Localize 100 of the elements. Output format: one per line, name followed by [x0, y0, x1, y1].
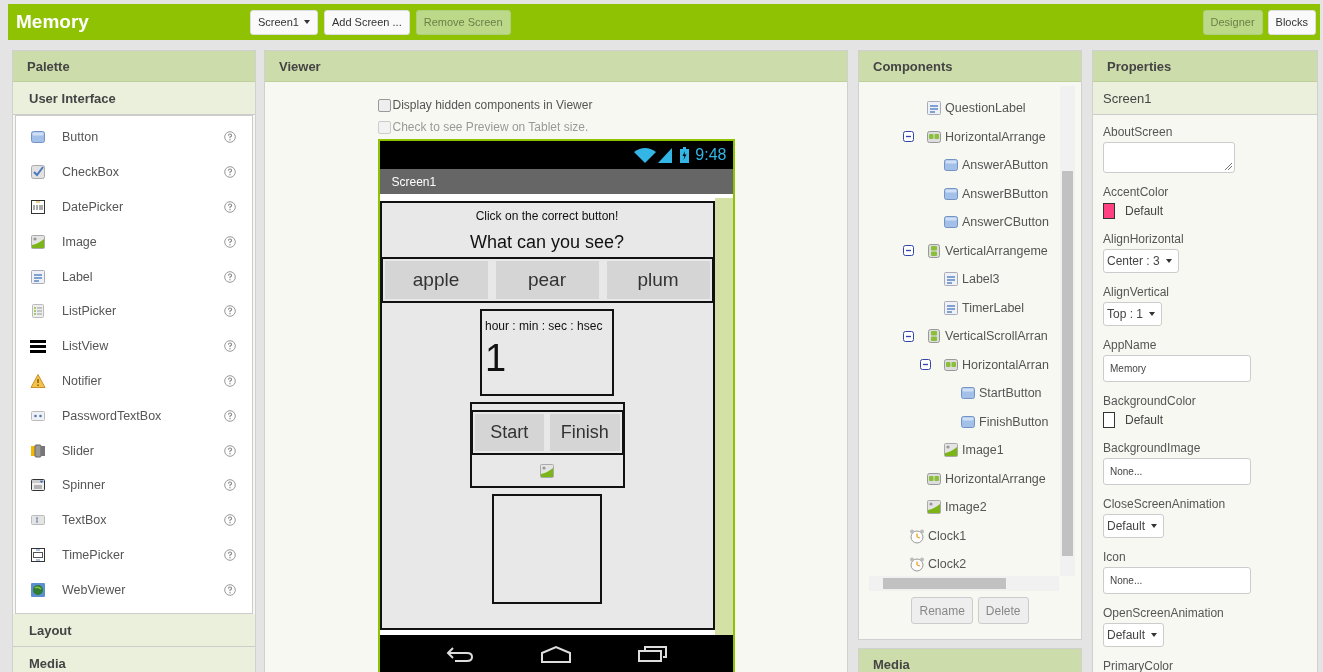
battery-icon: [680, 147, 690, 163]
component-tree-item[interactable]: Clock2: [928, 557, 967, 572]
text-field[interactable]: Memory: [1103, 355, 1251, 382]
horizontal-scrollbar[interactable]: [869, 576, 1059, 591]
palette-item[interactable]: WebViewer: [62, 582, 224, 597]
palette-section-header[interactable]: Media: [13, 647, 255, 672]
component-tree-item[interactable]: Image2: [945, 500, 987, 515]
horizontal-arrangement-icon: [926, 128, 942, 145]
caret-icon: [1151, 633, 1158, 637]
color-swatch[interactable]: [1103, 203, 1115, 219]
component-tree-item[interactable]: StartButton: [979, 386, 1042, 401]
help-icon[interactable]: [224, 514, 236, 527]
component-tree-item[interactable]: AnswerCButton: [962, 215, 1049, 230]
timer-caption: hour : min : sec : hsec: [485, 319, 604, 333]
palette-item[interactable]: Slider: [62, 443, 224, 458]
collapse-toggle-icon[interactable]: [903, 330, 914, 342]
component-tree-item[interactable]: QuestionLabel: [945, 101, 1026, 116]
alarm-clock-icon: [909, 527, 925, 544]
color-value: Default: [1125, 204, 1164, 218]
globe-icon: [30, 581, 46, 598]
dropdown[interactable]: Default: [1103, 623, 1165, 647]
time-icon: [30, 546, 46, 563]
palette-item[interactable]: Button: [62, 130, 224, 145]
add-screen-button[interactable]: Add Screen ...: [324, 9, 410, 35]
help-icon[interactable]: [224, 479, 236, 492]
control-button[interactable]: Finish: [550, 414, 620, 451]
control-button[interactable]: Start: [474, 414, 544, 451]
help-icon[interactable]: [224, 548, 236, 561]
component-tree-item[interactable]: FinishButton: [979, 414, 1049, 429]
palette-item[interactable]: CheckBox: [62, 165, 224, 180]
alarm-clock-icon: [909, 556, 925, 573]
help-icon[interactable]: [224, 131, 236, 144]
palette-item[interactable]: Image: [62, 234, 224, 249]
vertical-arrangement-icon: [926, 242, 942, 259]
help-icon[interactable]: [224, 444, 236, 457]
help-icon[interactable]: [224, 374, 236, 387]
palette-item[interactable]: Notifier: [62, 373, 224, 388]
answer-button[interactable]: plum: [606, 261, 710, 299]
component-tree-item[interactable]: Image1: [962, 443, 1004, 458]
palette-item[interactable]: Label: [62, 269, 224, 284]
component-tree-item[interactable]: VerticalScrollArran: [945, 329, 1048, 344]
recent-apps-icon[interactable]: [637, 645, 668, 663]
help-icon[interactable]: [224, 340, 236, 353]
palette-section-header[interactable]: Layout: [13, 614, 255, 648]
component-tree-item[interactable]: VerticalArrangeme: [945, 243, 1048, 258]
palette-item[interactable]: DatePicker: [62, 200, 224, 214]
component-tree-item[interactable]: AnswerBButton: [962, 186, 1049, 201]
component-tree-item[interactable]: Label3: [962, 272, 1000, 287]
component-tree-item[interactable]: Clock1: [928, 528, 967, 543]
color-swatch[interactable]: [1103, 412, 1115, 428]
button-icon: [960, 385, 976, 402]
palette-section-header[interactable]: User Interface: [13, 82, 255, 115]
collapse-toggle-icon[interactable]: [920, 359, 931, 371]
property-label: AlignVertical: [1103, 285, 1171, 299]
palette-item[interactable]: TimePicker: [62, 547, 224, 562]
help-icon[interactable]: [224, 583, 236, 596]
palette-item[interactable]: PasswordTextBox: [62, 408, 224, 423]
dropdown[interactable]: Top : 1: [1103, 302, 1163, 326]
answer-button[interactable]: pear: [495, 261, 599, 299]
property-label: BackgroundImage: [1103, 441, 1202, 455]
view-toggle-button[interactable]: Blocks: [1267, 9, 1316, 35]
dropdown[interactable]: Default: [1103, 514, 1165, 538]
palette-item[interactable]: TextBox: [62, 513, 224, 528]
component-tree-item[interactable]: AnswerAButton: [962, 158, 1049, 173]
palette-item[interactable]: ListView: [62, 339, 224, 354]
warning-icon: [30, 372, 46, 389]
help-icon[interactable]: [224, 305, 236, 318]
property-label: OpenScreenAnimation: [1103, 606, 1225, 620]
resize-grip-icon[interactable]: [1224, 162, 1232, 170]
help-icon[interactable]: [224, 270, 236, 283]
dropdown[interactable]: Center : 3: [1103, 249, 1179, 273]
help-icon[interactable]: [224, 166, 236, 179]
home-icon[interactable]: [540, 645, 572, 663]
answer-button[interactable]: apple: [384, 261, 488, 299]
button-icon: [943, 185, 959, 202]
text-field[interactable]: None...: [1103, 458, 1251, 485]
back-icon[interactable]: [444, 645, 475, 663]
component-tree-item[interactable]: HorizontalArrange: [945, 129, 1046, 144]
property-label: CloseScreenAnimation: [1103, 497, 1227, 511]
property-label: Icon: [1103, 550, 1127, 564]
checkbox[interactable]: [377, 98, 391, 112]
component-tree-item[interactable]: HorizontalArrange: [945, 471, 1046, 486]
help-icon[interactable]: [224, 201, 236, 213]
component-tree-item[interactable]: TimerLabel: [962, 300, 1025, 315]
text-field[interactable]: None...: [1103, 567, 1251, 594]
property-label: AlignHorizontal: [1103, 232, 1185, 246]
calendar-icon: [30, 199, 46, 215]
component-tree-item[interactable]: HorizontalArran: [962, 357, 1049, 372]
image-icon: [30, 233, 46, 250]
vertical-scrollbar[interactable]: [1060, 86, 1075, 576]
panel-header: Media: [858, 648, 1082, 672]
help-icon[interactable]: [224, 409, 236, 422]
help-icon[interactable]: [224, 235, 236, 248]
screen-dropdown[interactable]: Screen1: [250, 9, 318, 35]
palette-item[interactable]: Spinner: [62, 478, 224, 493]
palette-item[interactable]: ListPicker: [62, 304, 224, 319]
property-label: AccentColor: [1103, 185, 1170, 199]
collapse-toggle-icon[interactable]: [903, 245, 914, 257]
collapse-toggle-icon[interactable]: [903, 131, 914, 143]
panel-header: Palette: [13, 51, 255, 82]
